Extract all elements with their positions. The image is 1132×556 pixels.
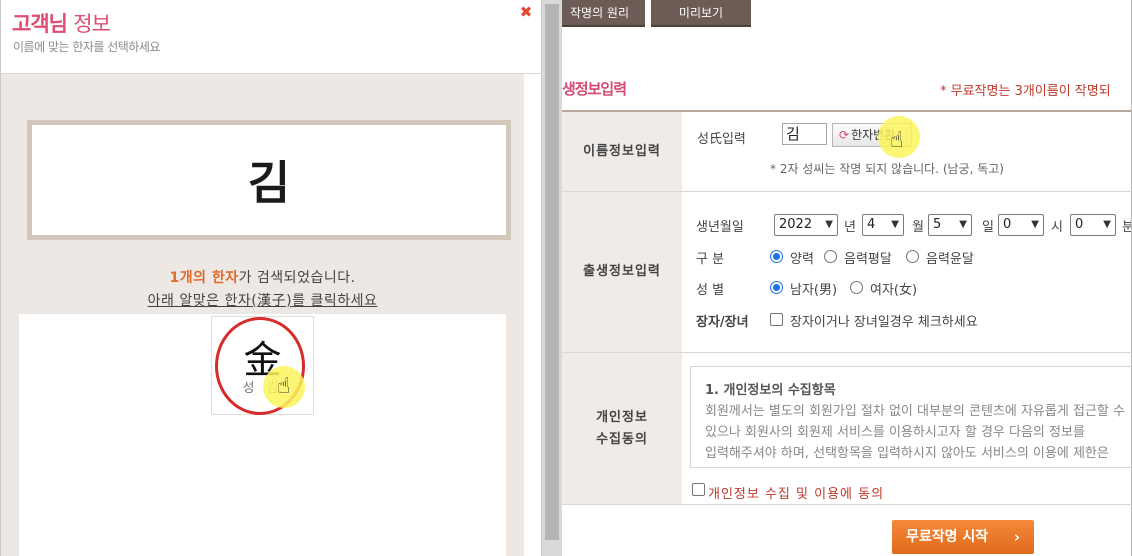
chevron-down-icon: ▼ (1031, 219, 1039, 230)
surname-hint: * 2자 성씨는 작명 되지 않습니다. (남궁, 독고) (770, 162, 1004, 176)
eldest-child-checkbox[interactable] (770, 313, 783, 326)
chevron-right-icon: › (1013, 528, 1020, 546)
hanja-popup: 고객님 정보 이름에 맞는 한자를 선택하세요 ✖ 김 1개의 한자가 검색되었… (0, 0, 563, 556)
privacy-label-line2: 수집동의 (596, 431, 648, 447)
eldest-child-label: 장자/장녀 (696, 315, 749, 330)
solar-radio[interactable] (770, 250, 783, 263)
day-select[interactable]: 5 ▼ (928, 214, 972, 236)
month-value: 4 (867, 217, 876, 232)
month-unit: 월 (912, 220, 924, 235)
section-title: 생정보입력 (562, 80, 627, 98)
female-label: 여자(女) (870, 283, 918, 298)
popup-title-bold: 고객님 (12, 12, 68, 36)
hanja-reading: 성 김 (242, 381, 283, 396)
privacy-label-line1: 개인정보 (596, 409, 648, 425)
surname-display-text: 김 (247, 156, 291, 210)
popup-body: 김 1개의 한자가 검색되었습니다. 아래 알맞은 한자(漢子)를 클릭하세요 … (1, 74, 524, 556)
name-info-content: 성氏입력 김 ⟳ 한자변환 ☝ * 2자 성씨는 작명 되지 않습니다. (남궁,… (682, 112, 1131, 191)
day-value: 5 (933, 217, 942, 232)
result-suffix: 가 검색되었습니다. (238, 270, 356, 286)
hanja-options-area: 金 성 김 ☝ (19, 314, 506, 556)
popup-scrollbar[interactable] (541, 0, 563, 556)
popup-subtitle: 이름에 맞는 한자를 선택하세요 (13, 40, 160, 54)
year-select[interactable]: 2022 ▼ (774, 214, 838, 236)
privacy-agree-checkbox[interactable] (692, 483, 705, 496)
surname-display: 김 (32, 125, 506, 235)
lunar-leap-radio[interactable] (906, 250, 919, 263)
lunar-normal-radio[interactable] (824, 250, 837, 263)
hanja-option-card[interactable]: 金 성 김 (211, 316, 314, 415)
refresh-icon: ⟳ (839, 128, 850, 142)
surname-label: 성氏입력 (697, 132, 746, 147)
popup-header: 고객님 정보 이름에 맞는 한자를 선택하세요 ✖ (1, 0, 541, 74)
year-value: 2022 (779, 217, 813, 232)
start-button-label: 무료작명 시작 (906, 529, 989, 545)
popup-title-rest: 정보 (73, 12, 111, 36)
hour-value: 0 (1003, 217, 1012, 232)
minute-value: 0 (1075, 217, 1084, 232)
eldest-child-text: 장자이거나 장녀일경우 체크하세요 (790, 315, 978, 330)
minute-select[interactable]: 0 ▼ (1070, 214, 1116, 236)
solar-label: 양력 (790, 252, 814, 267)
year-unit: 년 (844, 220, 856, 235)
privacy-consent-label: 개인정보 수집동의 (562, 353, 682, 504)
privacy-agree-label: 개인정보 수집 및 이용에 동의 (708, 487, 885, 502)
hanja-character: 金 (243, 338, 282, 382)
form-table: 이름정보입력 성氏입력 김 ⟳ 한자변환 ☝ * 2자 성씨는 작명 되지 않습니… (562, 110, 1131, 505)
close-icon[interactable]: ✖ (519, 5, 533, 20)
minute-unit: 분 (1122, 216, 1131, 235)
male-label: 남자(男) (790, 283, 838, 298)
surname-display-frame: 김 (27, 120, 511, 240)
privacy-terms-heading: 1. 개인정보의 수집항목 (705, 383, 836, 398)
hour-select[interactable]: 0 ▼ (998, 214, 1044, 236)
hour-unit: 시 (1051, 220, 1063, 235)
tab-preview[interactable]: 미리보기 (651, 0, 751, 27)
chevron-down-icon: ▼ (1103, 219, 1111, 230)
free-naming-notice: * 무료작명는 3개이름이 작명되 (940, 84, 1111, 99)
result-count: 1개의 한자 (169, 270, 239, 286)
chevron-down-icon: ▼ (825, 219, 833, 230)
tab-naming-principle[interactable]: 작명의 원리 (562, 0, 645, 27)
gender-label: 성 별 (696, 283, 725, 298)
click-instruction: 아래 알맞은 한자(漢子)를 클릭하세요 (147, 293, 378, 309)
scrollbar-thumb[interactable] (545, 4, 559, 540)
start-free-naming-button[interactable]: 무료작명 시작 › (892, 520, 1034, 554)
name-info-label: 이름정보입력 (562, 112, 682, 191)
chevron-down-icon: ▼ (959, 219, 967, 230)
chevron-down-icon: ▼ (891, 219, 899, 230)
name-info-row: 이름정보입력 성氏입력 김 ⟳ 한자변환 ☝ * 2자 성씨는 작명 되지 않습니… (562, 112, 1131, 192)
calendar-type-label: 구 분 (696, 252, 725, 267)
day-unit: 일 (982, 220, 994, 235)
privacy-terms-text: 회원께서는 별도의 회원가입 절차 없이 대부분의 콘텐츠에 자유롭게 접근할 … (705, 404, 1125, 461)
privacy-terms-box[interactable]: 1. 개인정보의 수집항목 회원께서는 별도의 회원가입 절차 없이 대부분의 … (690, 366, 1131, 468)
hanja-convert-button[interactable]: ⟳ 한자변환 (832, 123, 912, 147)
lunar-leap-label: 음력윤달 (926, 252, 974, 267)
lunar-normal-label: 음력평달 (844, 252, 892, 267)
surname-input[interactable]: 김 (782, 123, 827, 145)
male-radio[interactable] (770, 281, 783, 294)
search-result-message: 1개의 한자가 검색되었습니다. (1, 267, 524, 287)
popup-title: 고객님 정보 (12, 8, 111, 38)
birth-info-label: 출생정보입력 (562, 192, 682, 352)
naming-form-page: 작명의 원리 미리보기 생정보입력 * 무료작명는 3개이름이 작명되 이름정보… (562, 0, 1132, 556)
month-select[interactable]: 4 ▼ (862, 214, 904, 236)
birthdate-label: 생년월일 (696, 220, 744, 235)
female-radio[interactable] (850, 281, 863, 294)
hanja-convert-label: 한자변환 (851, 128, 896, 142)
